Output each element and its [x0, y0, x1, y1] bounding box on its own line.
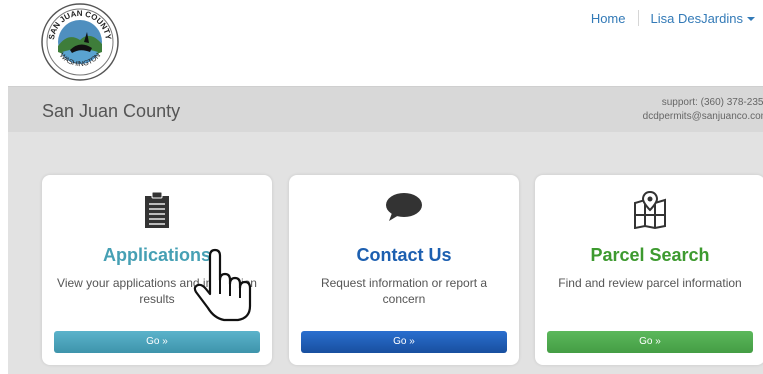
- home-link[interactable]: Home: [591, 11, 626, 26]
- speech-bubble-icon: [289, 191, 519, 231]
- caret-down-icon: [747, 17, 755, 22]
- main-content: San Juan County support: (360) 378-2354 …: [8, 86, 763, 374]
- parcel-card: Parcel Search Find and review parcel inf…: [535, 175, 763, 365]
- contact-title[interactable]: Contact Us: [289, 245, 519, 266]
- applications-go-button[interactable]: Go »: [54, 331, 260, 353]
- support-email[interactable]: dcdpermits@sanjuanco.com: [643, 110, 763, 124]
- parcel-go-button[interactable]: Go »: [547, 331, 753, 353]
- user-name: Lisa DesJardins: [650, 10, 744, 26]
- parcel-title[interactable]: Parcel Search: [535, 245, 763, 266]
- support-phone: support: (360) 378-2354: [661, 97, 763, 108]
- map-pin-icon: [535, 191, 763, 231]
- top-bar: SAN JUAN COUNTY WASHINGTON Home Lisa Des…: [0, 0, 763, 86]
- nav-divider: [637, 10, 639, 26]
- contact-card: Contact Us Request information or report…: [289, 175, 519, 365]
- parcel-description: Find and review parcel information: [558, 276, 742, 290]
- support-info: support: (360) 378-2354 dcdpermits@sanju…: [643, 96, 763, 124]
- county-logo[interactable]: SAN JUAN COUNTY WASHINGTON: [40, 2, 120, 82]
- clipboard-icon: [42, 191, 272, 231]
- user-menu[interactable]: Lisa DesJardins: [650, 10, 755, 26]
- header-band: San Juan County support: (360) 378-2354 …: [8, 86, 763, 132]
- contact-go-button[interactable]: Go »: [301, 331, 507, 353]
- contact-description: Request information or report a concern: [320, 276, 488, 306]
- top-nav: Home Lisa DesJardins: [591, 10, 755, 26]
- page-title: San Juan County: [42, 101, 181, 121]
- hand-pointer-icon: [190, 248, 260, 322]
